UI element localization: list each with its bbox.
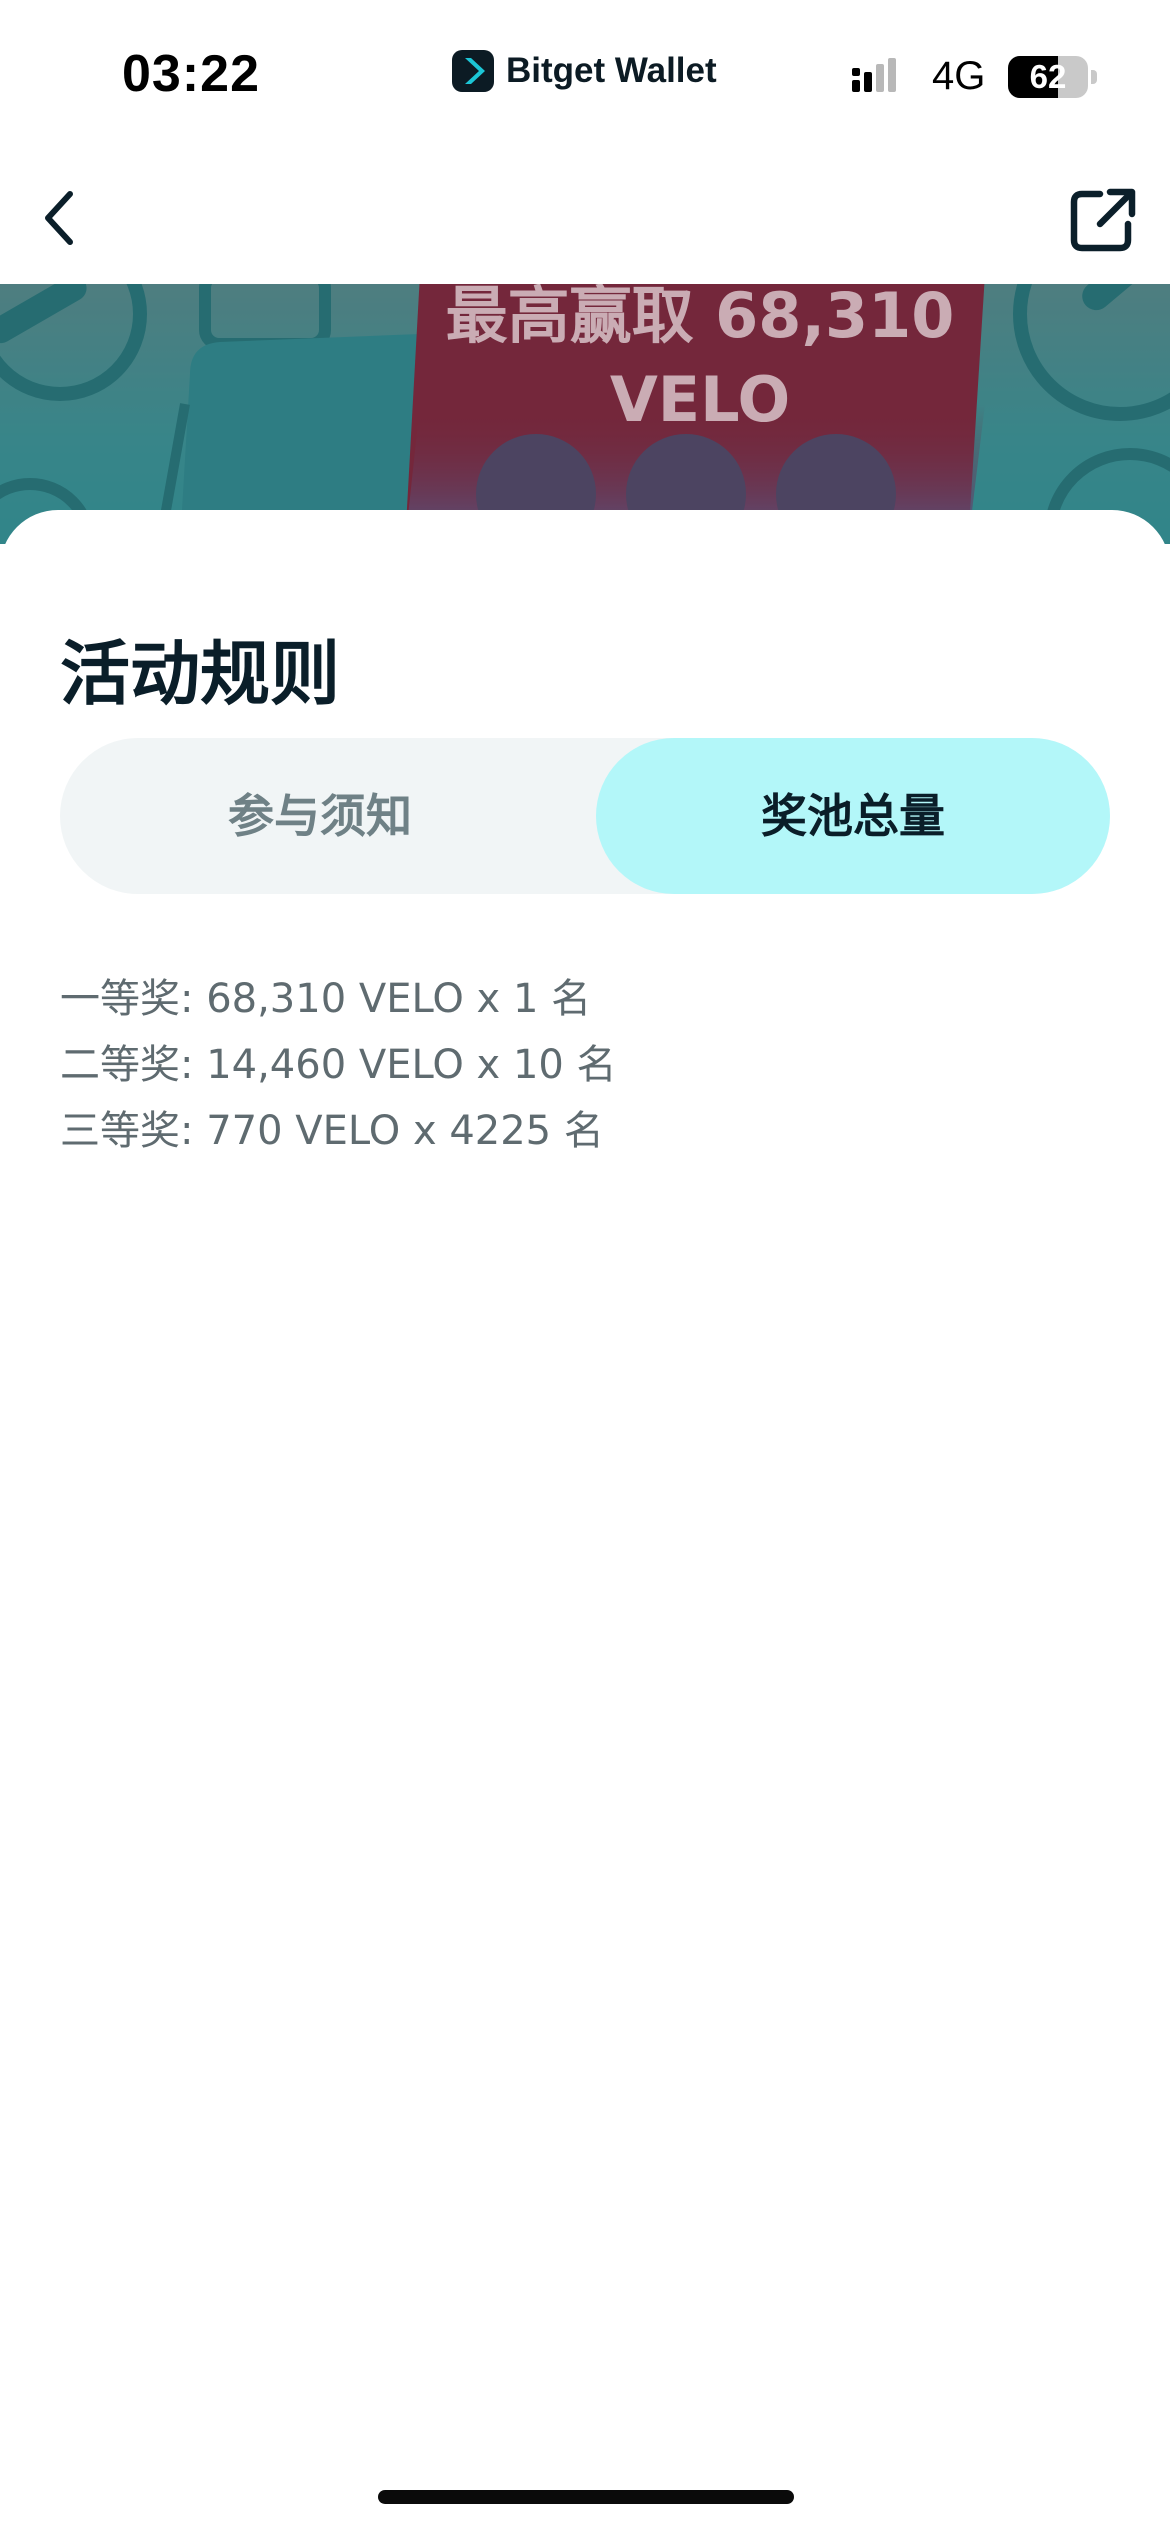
app-name: Bitget Wallet <box>506 51 717 90</box>
tab-prize-pool[interactable]: 奖池总量 <box>596 738 1110 894</box>
network-type: 4G <box>932 54 986 98</box>
bitget-logo-icon <box>452 50 494 92</box>
home-indicator <box>378 2490 794 2504</box>
prize-third: 三等奖: 770 VELO x 4225 名 <box>60 1108 604 1154</box>
promo-banner: 最高赢取 68,310 VELO <box>0 284 1170 544</box>
tab-switch: 参与须知 奖池总量 <box>60 738 1110 894</box>
signal-icon <box>852 58 896 92</box>
battery-level: 62 <box>1029 58 1067 95</box>
status-time: 03:22 <box>122 45 260 103</box>
prize-second: 二等奖: 14,460 VELO x 10 名 <box>60 1042 617 1088</box>
banner-line-1: 最高赢取 68,310 <box>445 284 955 352</box>
banner-headline: 最高赢取 68,310 VELO <box>400 284 1000 442</box>
prize-list: 一等奖: 68,310 VELO x 1 名 二等奖: 14,460 VELO … <box>60 966 617 1164</box>
app-brand: Bitget Wallet <box>452 48 717 94</box>
share-external-icon <box>1070 188 1136 252</box>
battery-cap <box>1091 70 1097 84</box>
chevron-left-icon <box>45 191 73 245</box>
banner-line-2: VELO <box>609 363 791 436</box>
tab-participation-notes[interactable]: 参与须知 <box>60 738 580 894</box>
sheet-title: 活动规则 <box>60 633 340 715</box>
rules-sheet: 活动规则 参与须知 奖池总量 一等奖: 68,310 VELO x 1 名 二等… <box>0 510 1170 2532</box>
status-bar: 03:22 Bitget Wallet 4G 62 <box>0 0 1170 150</box>
share-button[interactable] <box>1060 178 1146 264</box>
back-button[interactable] <box>22 178 102 258</box>
prize-first: 一等奖: 68,310 VELO x 1 名 <box>60 976 592 1022</box>
battery-icon: 62 <box>1008 56 1088 98</box>
nav-bar <box>0 150 1170 284</box>
